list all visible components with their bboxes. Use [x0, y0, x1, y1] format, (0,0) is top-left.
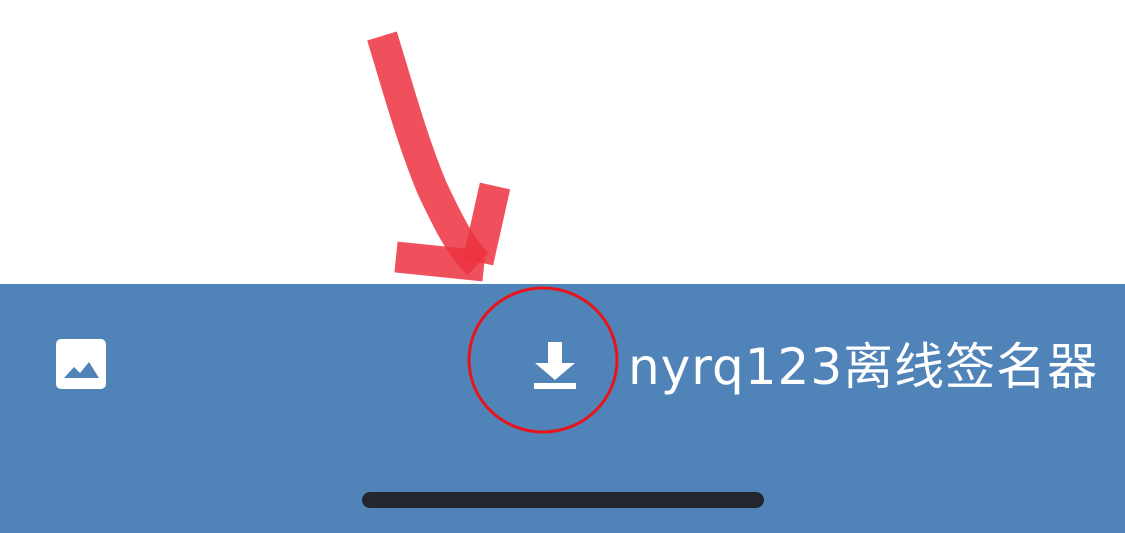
image-button[interactable] [50, 333, 112, 395]
download-button[interactable] [520, 330, 590, 400]
white-content-area [0, 0, 1125, 284]
download-icon [534, 342, 576, 389]
app-title: nyrq123离线签名器 [628, 338, 1099, 396]
image-icon [56, 339, 106, 389]
home-indicator [362, 492, 764, 508]
